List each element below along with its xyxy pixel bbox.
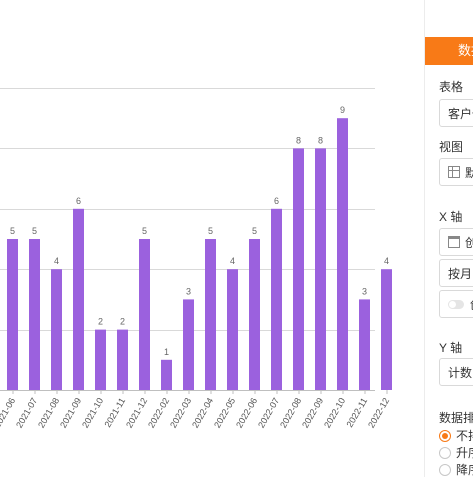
- bar: [227, 269, 238, 390]
- y-axis-select[interactable]: 计数: [439, 358, 473, 386]
- table-select[interactable]: 客户信: [439, 99, 473, 127]
- bar: [7, 239, 18, 390]
- sort-option-none[interactable]: 不排: [439, 429, 473, 443]
- chart-settings-panel: 数据 表格 客户信 视图 默 X 轴 创 按月 创 Y 轴 计数 数据排 不排 …: [424, 0, 473, 477]
- data-label: 4: [230, 256, 235, 266]
- bar: [293, 148, 304, 390]
- data-label: 6: [76, 196, 81, 206]
- data-label: 3: [362, 286, 367, 296]
- bar-chart: 52021-0652021-0742021-0862021-0922021-10…: [0, 88, 392, 430]
- bar: [73, 208, 84, 390]
- data-label: 5: [208, 226, 213, 236]
- bar: [117, 329, 128, 390]
- bar: [51, 269, 62, 390]
- view-select[interactable]: 默: [439, 158, 473, 186]
- x-axis-field-value: 创: [465, 236, 473, 250]
- data-label: 2: [98, 317, 103, 327]
- table-section-label: 表格: [439, 80, 464, 94]
- sort-option-asc[interactable]: 升序: [439, 446, 473, 460]
- bar: [139, 239, 150, 390]
- sort-option-label: 不排: [456, 429, 473, 443]
- data-label: 5: [32, 226, 37, 236]
- sort-option-label: 降序: [456, 463, 473, 477]
- x-tick-label: 2022-12: [366, 396, 391, 430]
- data-label: 2: [120, 317, 125, 327]
- calendar-icon: [448, 236, 460, 248]
- sort-option-label: 升序: [456, 446, 473, 460]
- radio-icon[interactable]: [439, 464, 451, 476]
- bar: [95, 329, 106, 390]
- y-axis-section-label: Y 轴: [439, 341, 463, 355]
- data-label: 1: [164, 347, 169, 357]
- x-axis-group-value: 按月: [448, 267, 473, 281]
- data-label: 6: [274, 196, 279, 206]
- x-axis-group-select[interactable]: 按月: [439, 259, 473, 287]
- data-label: 3: [186, 286, 191, 296]
- bar: [315, 148, 326, 390]
- data-label: 4: [384, 256, 389, 266]
- data-label: 4: [54, 256, 59, 266]
- data-label: 5: [10, 226, 15, 236]
- view-select-value: 默: [465, 166, 473, 180]
- sort-option-desc[interactable]: 降序: [439, 463, 473, 477]
- bar: [249, 239, 260, 390]
- view-section-label: 视图: [439, 140, 464, 154]
- bar: [183, 299, 194, 390]
- chart-area: 5 2021-06 5 2021-07 4 2021-08 6 2021-09 2 2021-10…: [0, 0, 405, 477]
- table-select-value: 客户信: [448, 107, 473, 121]
- radio-checked-icon[interactable]: [439, 430, 451, 442]
- y-axis-select-value: 计数: [448, 366, 473, 380]
- bar: [205, 239, 216, 390]
- bar: [29, 239, 40, 390]
- x-axis-toggle-row[interactable]: 创: [439, 290, 473, 318]
- bar: [271, 208, 282, 390]
- data-label: 8: [318, 135, 323, 145]
- data-label: 9: [340, 105, 345, 115]
- data-label: 5: [252, 226, 257, 236]
- table-icon: [448, 166, 460, 178]
- x-axis-section-label: X 轴: [439, 210, 463, 224]
- sort-section-label: 数据排: [439, 411, 473, 425]
- bar: [337, 118, 348, 390]
- data-label: 8: [296, 135, 301, 145]
- toggle-switch[interactable]: [448, 300, 464, 309]
- bar: [381, 269, 392, 390]
- data-label: 5: [142, 226, 147, 236]
- x-axis-field-select[interactable]: 创: [439, 228, 473, 256]
- panel-header-data-tab[interactable]: 数据: [425, 37, 473, 65]
- bar: [359, 299, 370, 390]
- bar: [161, 359, 172, 390]
- radio-icon[interactable]: [439, 447, 451, 459]
